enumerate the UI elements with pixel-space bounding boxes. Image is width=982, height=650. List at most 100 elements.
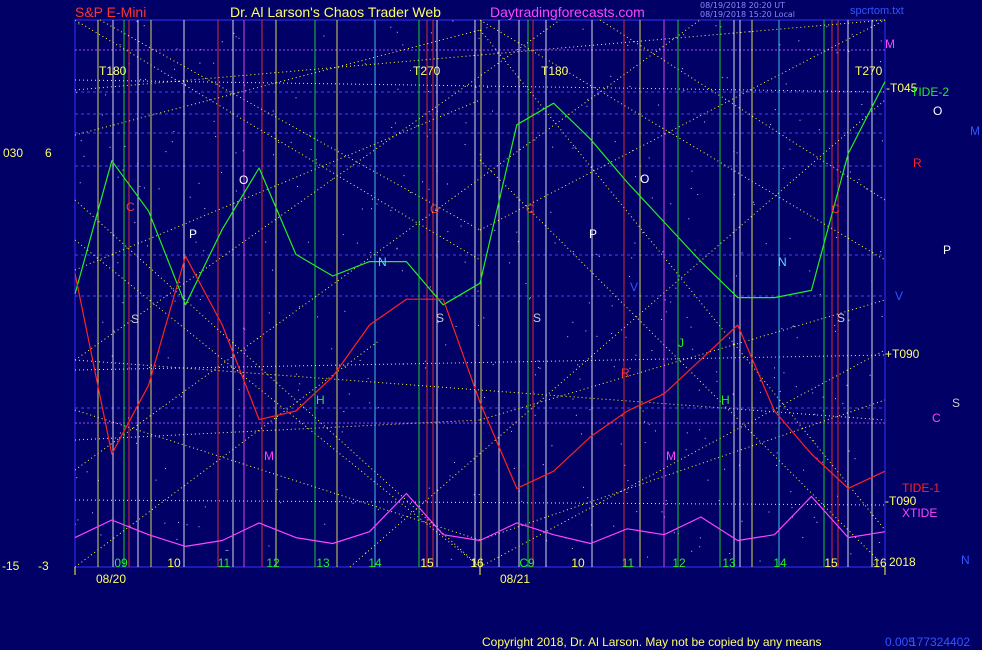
- star-dot: [429, 129, 431, 131]
- star-dot: [369, 402, 371, 404]
- star-dot: [624, 464, 626, 466]
- star-dot: [529, 298, 531, 300]
- hour-label: 10: [167, 556, 181, 570]
- right-label-v: V: [895, 289, 904, 303]
- star-dot: [768, 511, 770, 513]
- right-label-tide2: TIDE-2: [911, 85, 950, 99]
- planet-label: C: [526, 202, 535, 216]
- star-dot: [651, 350, 653, 352]
- star-dot: [195, 241, 197, 243]
- star-dot: [186, 524, 188, 526]
- star-dot: [729, 552, 731, 554]
- star-dot: [575, 414, 577, 416]
- star-dot: [447, 231, 449, 233]
- star-dot: [842, 402, 844, 404]
- star-dot: [455, 326, 457, 328]
- star-dot: [184, 84, 186, 86]
- right-label-o: O: [933, 104, 943, 118]
- projection-line: [99, 19, 481, 231]
- planet-label: H: [316, 393, 325, 407]
- star-dot: [136, 20, 138, 22]
- star-dot: [345, 366, 347, 368]
- date-label-1: 08/20: [96, 572, 127, 586]
- star-dot: [525, 282, 527, 284]
- star-dot: [776, 464, 778, 466]
- projection-line: [74, 499, 886, 506]
- star-dot: [850, 553, 852, 555]
- star-dot: [424, 360, 426, 362]
- star-dot: [822, 461, 824, 463]
- star-dot: [235, 190, 237, 192]
- planet-label: N: [378, 255, 387, 269]
- star-dot: [716, 380, 718, 382]
- star-dot: [654, 430, 656, 432]
- star-dot: [429, 286, 431, 288]
- axis-bottom-left: -15: [2, 559, 20, 573]
- star-dot: [143, 25, 145, 27]
- site-link[interactable]: Daytradingforecasts.com: [490, 4, 645, 20]
- timing-label: T270: [413, 64, 441, 78]
- star-dot: [782, 168, 784, 170]
- star-dot: [198, 526, 200, 528]
- star-dot: [819, 293, 821, 295]
- star-dot: [735, 275, 737, 277]
- star-dot: [79, 182, 81, 184]
- star-dot: [613, 366, 615, 368]
- star-dot: [298, 306, 300, 308]
- star-dot: [848, 50, 850, 52]
- star-dot: [198, 182, 200, 184]
- star-dot: [220, 171, 222, 173]
- star-dot: [401, 270, 403, 272]
- star-dot: [577, 364, 579, 366]
- star-dot: [644, 442, 646, 444]
- star-dot: [361, 208, 363, 210]
- star-dot: [278, 142, 280, 144]
- star-dot: [783, 372, 785, 374]
- star-dot: [238, 37, 240, 39]
- star-dot: [477, 290, 479, 292]
- star-dot: [268, 545, 270, 547]
- star-dot: [310, 148, 312, 150]
- star-dot: [146, 245, 148, 247]
- star-dot: [551, 445, 553, 447]
- star-dot: [848, 319, 850, 321]
- star-dot: [773, 377, 775, 379]
- star-dot: [136, 442, 138, 444]
- hour-label: 13: [316, 556, 330, 570]
- star-dot: [836, 52, 838, 54]
- star-dot: [774, 367, 776, 369]
- star-dot: [814, 413, 816, 415]
- planet-label: G: [430, 202, 439, 216]
- star-dot: [816, 521, 818, 523]
- star-dot: [165, 151, 167, 153]
- star-dot: [390, 26, 392, 28]
- star-dot: [400, 516, 402, 518]
- star-dot: [92, 512, 94, 514]
- star-dot: [367, 377, 369, 379]
- projection-line: [74, 19, 701, 471]
- star-dot: [634, 176, 636, 178]
- star-dot: [879, 541, 881, 543]
- star-dot: [765, 243, 767, 245]
- star-dot: [204, 208, 206, 210]
- author-title: Dr. Al Larson's Chaos Trader Web: [230, 4, 441, 20]
- star-dot: [332, 178, 334, 180]
- right-label-xtide: XTIDE: [902, 506, 938, 520]
- right-label-tide1: TIDE-1: [902, 481, 941, 495]
- star-dot: [759, 560, 761, 562]
- star-dot: [245, 349, 247, 351]
- star-dot: [178, 521, 180, 523]
- star-dot: [513, 467, 515, 469]
- star-dot: [199, 299, 201, 301]
- star-dot: [571, 547, 573, 549]
- star-dot: [854, 458, 856, 460]
- star-dot: [597, 94, 599, 96]
- star-dot: [585, 330, 587, 332]
- star-dot: [376, 203, 378, 205]
- planet-label: P: [589, 227, 597, 241]
- planet-label: P: [189, 227, 197, 241]
- star-dot: [598, 255, 600, 257]
- star-dot: [596, 335, 598, 337]
- star-dot: [100, 534, 102, 536]
- star-dot: [149, 366, 151, 368]
